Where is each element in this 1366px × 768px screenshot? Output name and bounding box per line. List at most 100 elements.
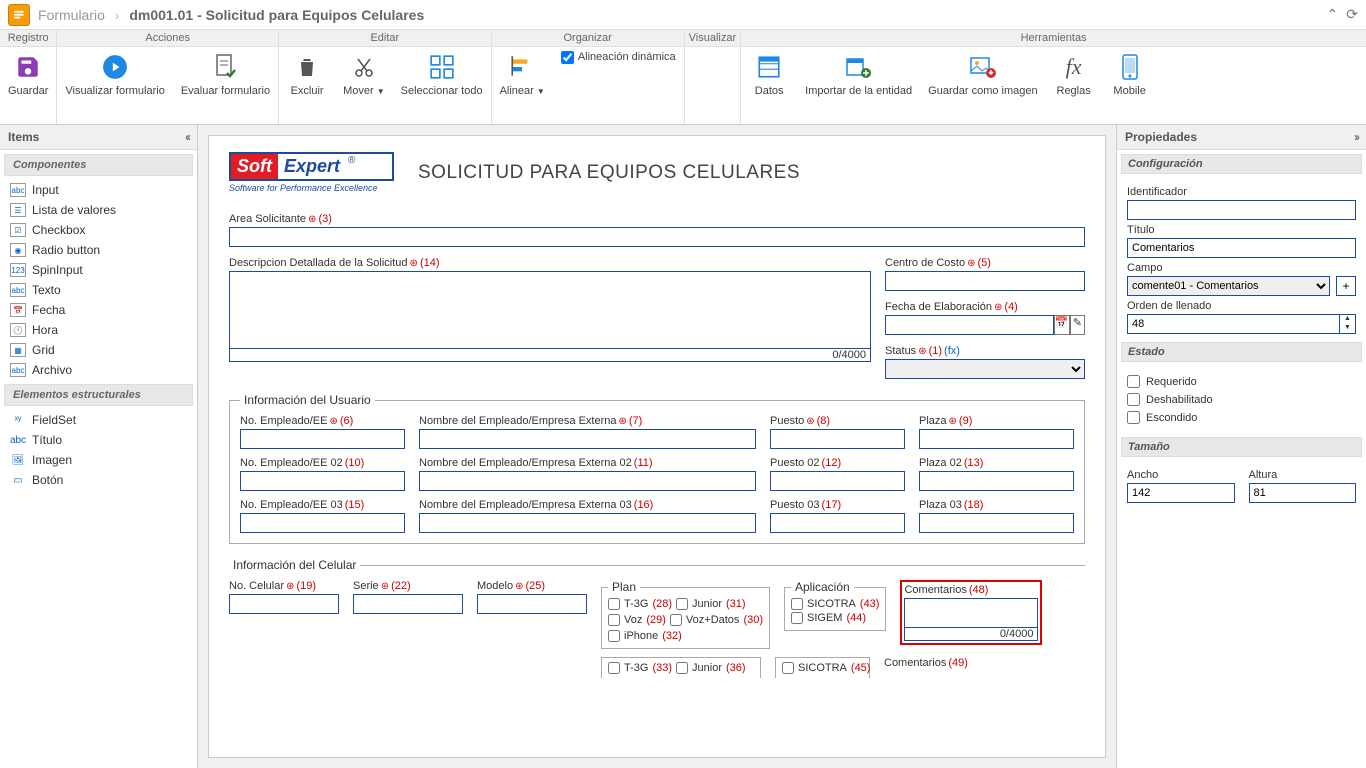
- properties-title: Propiedades: [1125, 130, 1197, 144]
- centro-costo-input[interactable]: [885, 271, 1085, 291]
- plaza-2-input[interactable]: [919, 471, 1074, 491]
- form-title: SOLICITUD PARA EQUIPOS CELULARES: [418, 162, 800, 184]
- collapse-right-icon[interactable]: ››: [1354, 130, 1358, 144]
- requerido-check[interactable]: [1127, 375, 1140, 388]
- data-form-icon: [755, 53, 783, 81]
- alineacion-dinamica-check[interactable]: Alineación dinámica: [553, 47, 684, 124]
- component-item-texto[interactable]: abcTexto: [4, 280, 193, 300]
- save-icon: [14, 53, 42, 81]
- align-icon: [508, 53, 536, 81]
- altura-input[interactable]: [1249, 483, 1357, 503]
- orden-input[interactable]: [1127, 314, 1340, 334]
- component-item-spininput[interactable]: 123SpinInput: [4, 260, 193, 280]
- info-celular-fieldset: Información del Celular No. Celular ⊛ (1…: [229, 558, 1085, 696]
- deshabilitado-check[interactable]: [1127, 393, 1140, 406]
- breadcrumb-main: dm001.01 - Solicitud para Equipos Celula…: [129, 7, 424, 23]
- visualizar-formulario-button[interactable]: Visualizar formulario: [57, 47, 172, 124]
- junior-check[interactable]: [676, 598, 688, 610]
- component-icon: 🕐: [10, 323, 26, 337]
- orden-up-button[interactable]: ▲: [1340, 315, 1355, 324]
- status-select[interactable]: [885, 359, 1085, 379]
- status-fx-link[interactable]: (fx): [944, 345, 960, 357]
- identificador-input[interactable]: [1127, 200, 1356, 220]
- mobile-button[interactable]: Mobile: [1102, 47, 1158, 124]
- titulo-input[interactable]: [1127, 238, 1356, 258]
- calendar-icon[interactable]: 📅: [1054, 315, 1070, 335]
- component-icon: abc: [10, 363, 26, 377]
- iphone-check[interactable]: [608, 630, 620, 642]
- component-icon: abc: [10, 183, 26, 197]
- importar-entidad-button[interactable]: Importar de la entidad: [797, 47, 920, 124]
- plan-fieldset: Plan T-3G (28) Junior (31) Voz (29) Voz+…: [601, 580, 770, 649]
- component-item-lista-de-valores[interactable]: ☰Lista de valores: [4, 200, 193, 220]
- structural-item-botón[interactable]: ▭Botón: [4, 470, 193, 490]
- ribbon-group-visualizar: Visualizar: [685, 30, 741, 47]
- plaza-1-input[interactable]: [919, 429, 1074, 449]
- descripcion-input[interactable]: [229, 271, 871, 349]
- alinear-button[interactable]: Alinear ▼: [492, 47, 553, 124]
- component-item-checkbox[interactable]: ☑Checkbox: [4, 220, 193, 240]
- voz-check[interactable]: [608, 614, 620, 626]
- component-icon: ☰: [10, 203, 26, 217]
- evaluar-formulario-button[interactable]: Evaluar formulario: [173, 47, 278, 124]
- area-solicitante-input[interactable]: [229, 227, 1085, 247]
- mobile-icon: [1116, 53, 1144, 81]
- no-celular-input[interactable]: [229, 594, 339, 614]
- t3g2-check[interactable]: [608, 662, 620, 674]
- component-item-hora[interactable]: 🕐Hora: [4, 320, 193, 340]
- add-campo-button[interactable]: +: [1336, 276, 1356, 296]
- nombre-3-input[interactable]: [419, 513, 756, 533]
- puesto-2-input[interactable]: [770, 471, 905, 491]
- structural-item-fieldset[interactable]: ˣʸFieldSet: [4, 410, 193, 430]
- no-empleado-3-input[interactable]: [240, 513, 405, 533]
- collapse-ribbon-icon[interactable]: ⌃: [1327, 6, 1339, 23]
- datos-button[interactable]: Datos: [741, 47, 797, 124]
- escondido-check[interactable]: [1127, 411, 1140, 424]
- junior2-check[interactable]: [676, 662, 688, 674]
- component-item-grid[interactable]: ▦Grid: [4, 340, 193, 360]
- orden-down-button[interactable]: ▼: [1340, 324, 1355, 333]
- estructurales-section: Elementos estructurales: [4, 384, 193, 406]
- items-panel-title: Items: [8, 130, 39, 144]
- modelo-input[interactable]: [477, 594, 587, 614]
- refresh-icon[interactable]: ⟳: [1346, 6, 1358, 23]
- no-empleado-2-input[interactable]: [240, 471, 405, 491]
- comentarios-field-selected[interactable]: Comentarios (48) 0/4000: [900, 580, 1042, 645]
- aplicacion-fieldset: Aplicación SICOTRA (43) SIGEM (44): [784, 580, 886, 631]
- puesto-1-input[interactable]: [770, 429, 905, 449]
- comentarios-input[interactable]: [904, 598, 1038, 628]
- component-item-archivo[interactable]: abcArchivo: [4, 360, 193, 380]
- component-icon: 123: [10, 263, 26, 277]
- nombre-2-input[interactable]: [419, 471, 756, 491]
- clear-date-icon[interactable]: ✎: [1070, 315, 1085, 335]
- t3g-check[interactable]: [608, 598, 620, 610]
- serie-input[interactable]: [353, 594, 463, 614]
- no-empleado-1-input[interactable]: [240, 429, 405, 449]
- sicotra-check[interactable]: [791, 598, 803, 610]
- nombre-1-input[interactable]: [419, 429, 756, 449]
- sicotra2-check[interactable]: [782, 662, 794, 674]
- form-canvas[interactable]: SoftExpert® Software for Performance Exc…: [198, 125, 1116, 768]
- ribbon-group-herramientas: Herramientas: [741, 30, 1366, 47]
- reglas-button[interactable]: fx Reglas: [1046, 47, 1102, 124]
- component-item-fecha[interactable]: 📅Fecha: [4, 300, 193, 320]
- ancho-input[interactable]: [1127, 483, 1235, 503]
- guardar-button[interactable]: Guardar: [0, 47, 56, 124]
- structural-item-imagen[interactable]: 🖼Imagen: [4, 450, 193, 470]
- component-item-radio-button[interactable]: ◉Radio button: [4, 240, 193, 260]
- seleccionar-todo-button[interactable]: Seleccionar todo: [393, 47, 491, 124]
- mover-button[interactable]: Mover ▼: [335, 47, 393, 124]
- puesto-3-input[interactable]: [770, 513, 905, 533]
- plaza-3-input[interactable]: [919, 513, 1074, 533]
- component-item-input[interactable]: abcInput: [4, 180, 193, 200]
- collapse-left-icon[interactable]: ‹‹: [185, 130, 189, 144]
- vozdatos-check[interactable]: [670, 614, 682, 626]
- fecha-input[interactable]: [885, 315, 1054, 335]
- excluir-button[interactable]: Excluir: [279, 47, 335, 124]
- sigem-check[interactable]: [791, 612, 803, 624]
- guardar-imagen-button[interactable]: Guardar como imagen: [920, 47, 1045, 124]
- campo-select[interactable]: comente01 - Comentarios: [1127, 276, 1330, 296]
- breadcrumb: Formulario › dm001.01 - Solicitud para E…: [38, 7, 424, 23]
- breadcrumb-sep: ›: [115, 7, 120, 23]
- structural-item-título[interactable]: abcTítulo: [4, 430, 193, 450]
